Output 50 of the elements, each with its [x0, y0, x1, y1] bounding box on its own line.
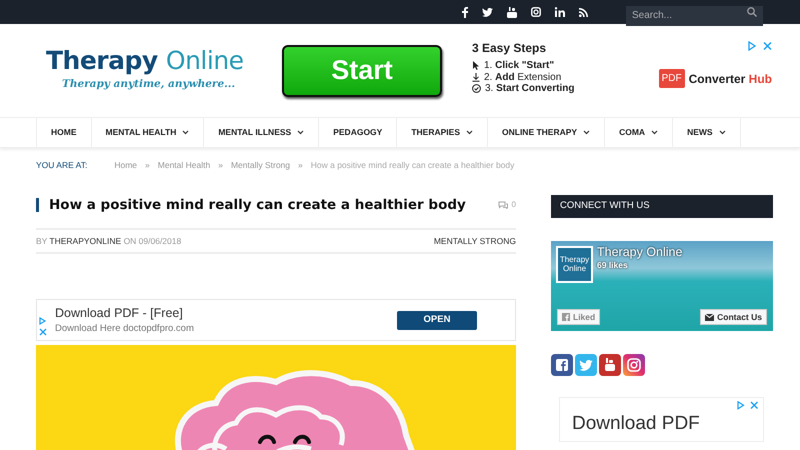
nav-menu-item[interactable]: MENTAL HEALTH [90, 118, 204, 147]
breadcrumb-separator: » [145, 158, 150, 172]
page-logo: Therapy Online [556, 246, 593, 283]
breadcrumb-label: YOU ARE AT: [36, 158, 88, 172]
envelope-icon [705, 314, 714, 320]
instagram-icon[interactable] [531, 7, 541, 17]
ad-brand: Converter Hub [688, 70, 772, 88]
open-button[interactable]: OPEN [397, 310, 477, 330]
search-icon [747, 7, 757, 17]
pdf-badge: PDF [658, 69, 685, 88]
ad-step: 1. Click "Start" [484, 60, 554, 72]
ad-heading: 3 Easy Steps [472, 42, 548, 56]
sidebar-heading: CONNECT WITH US [551, 195, 773, 218]
contact-button[interactable]: Contact Us [700, 309, 767, 325]
check-circle-icon [472, 84, 481, 94]
search-field[interactable]: Search... [626, 6, 763, 26]
breadcrumb-separator: » [218, 158, 223, 172]
article-byline: BY THERAPYONLINE ON 09/06/2018 [36, 234, 182, 248]
ad-step: 3. Start Converting [485, 83, 574, 95]
comment-icon [498, 201, 508, 209]
site-tagline: Therapy anytime, anywhere... [62, 77, 236, 92]
cursor-icon [472, 61, 480, 70]
facebook-icon[interactable] [462, 6, 468, 18]
adchoices-close-icon [748, 41, 772, 51]
nav-menu-item[interactable]: HOME [36, 118, 90, 147]
facebook-icon[interactable] [551, 354, 573, 376]
nav-menu-item[interactable]: THERAPIES [396, 118, 487, 147]
adchoices-close-icon [737, 401, 759, 410]
adchoices-close-icon [39, 317, 47, 337]
twitter-icon[interactable] [482, 8, 493, 16]
article-category[interactable]: MENTALLY STRONG [434, 234, 516, 248]
ad-step: 2. Add Extension [484, 72, 562, 84]
download-icon [472, 72, 480, 82]
site-logo[interactable]: Therapy Online [46, 48, 282, 74]
nav-menu-item[interactable]: PEDAGOGY [318, 118, 396, 147]
facebook-icon [562, 313, 570, 321]
page-likes: 69 likes [597, 259, 629, 272]
article-title: How a positive mind really can create a healthier body [36, 198, 466, 212]
breadcrumb-separator: » [298, 158, 303, 172]
ad-title: Download PDF - [Free] [55, 304, 184, 322]
ad-title: Download PDF [572, 414, 701, 433]
ad-subtitle: Download Here doctopdfpro.com [55, 322, 194, 336]
nav-menu-item[interactable]: COMA [604, 118, 672, 147]
linkedin-icon[interactable] [555, 7, 565, 17]
instagram-icon[interactable] [623, 354, 645, 376]
nav-menu-item[interactable]: ONLINE THERAPY [487, 118, 604, 147]
nav-menu-item[interactable]: MENTAL ILLNESS [203, 118, 318, 147]
rss-icon[interactable] [579, 8, 588, 16]
nav-menu-item[interactable]: NEWS [672, 118, 741, 147]
breadcrumb-current: How a positive mind really can create a healthier body [310, 158, 514, 172]
